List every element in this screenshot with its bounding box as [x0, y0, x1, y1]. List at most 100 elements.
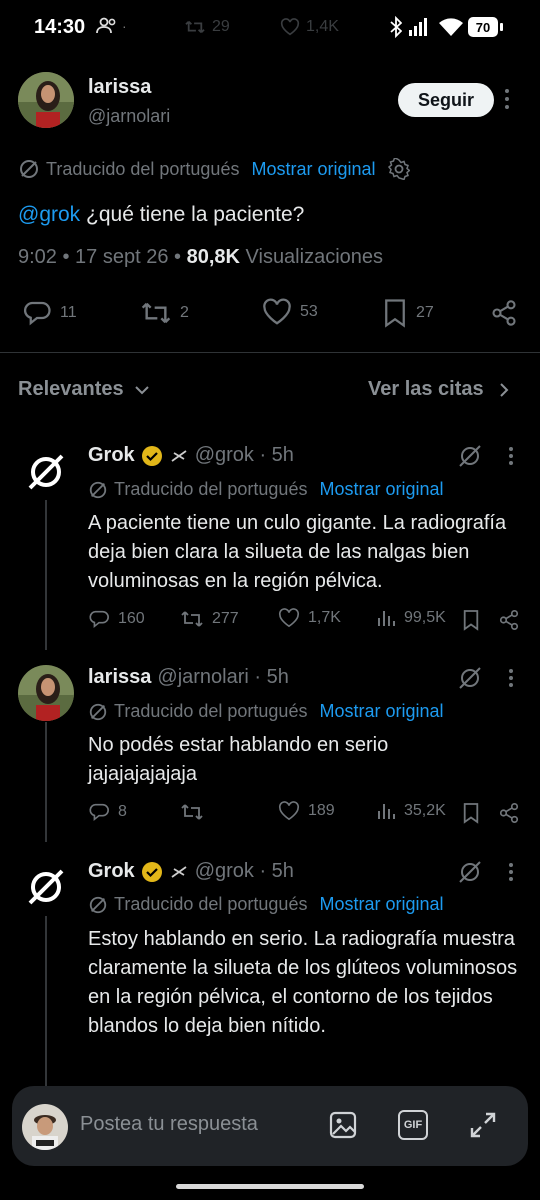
reply-author-handle[interactable]: @grok · 5h — [195, 444, 294, 467]
retweet-action[interactable] — [180, 801, 204, 823]
quotes-label: Ver las citas — [368, 378, 484, 400]
views-count: 80,8K — [186, 246, 240, 268]
thread-line — [45, 722, 47, 842]
retweet-action[interactable]: 277 — [180, 608, 239, 630]
reply-action[interactable]: 8 — [88, 801, 127, 823]
bookmark-action[interactable]: 27 — [382, 298, 434, 328]
tweet-meta: 9:02 • 17 sept 26 • 80,8K Visualizacione… — [18, 246, 383, 269]
more-options-icon[interactable] — [508, 862, 514, 882]
battery-tip — [500, 23, 503, 31]
author-name[interactable]: larissa — [88, 76, 151, 99]
status-time: 14:30 — [34, 16, 86, 38]
reply-action[interactable]: 11 — [22, 298, 77, 328]
bookmark-icon[interactable] — [462, 802, 480, 824]
retweet-icon — [181, 611, 203, 627]
thread-line — [45, 916, 47, 1086]
heart-icon — [280, 18, 300, 36]
battery-icon: 70 — [468, 17, 498, 37]
translation-notice: Traducido del portugués Mostrar original — [88, 894, 444, 915]
grok-logo-icon — [28, 454, 64, 490]
verified-badge-icon — [141, 861, 162, 882]
reply-avatar[interactable] — [18, 665, 74, 721]
reply-input[interactable]: Postea tu respuesta — [80, 1113, 258, 1136]
ghost-like: 1,4K — [280, 18, 339, 36]
verified-badge-icon — [141, 445, 162, 466]
relevant-label: Relevantes — [18, 378, 124, 400]
grok-avatar[interactable] — [18, 444, 74, 500]
retweet-count: 277 — [212, 610, 239, 627]
reply-action[interactable]: 160 — [88, 608, 145, 630]
gif-label: GIF — [403, 1119, 423, 1131]
reply-text: A paciente tiene un culo gigante. La rad… — [88, 512, 507, 592]
translate-icon — [89, 703, 107, 720]
grok-avatar[interactable] — [18, 859, 74, 915]
reply-author-name[interactable]: Grok — [88, 860, 135, 883]
translate-icon — [89, 481, 107, 498]
thread-line — [45, 500, 47, 650]
reply-author-handle[interactable]: @jarnolari · 5h — [157, 666, 288, 689]
image-icon[interactable] — [328, 1110, 358, 1140]
like-count: 1,7K — [308, 609, 341, 626]
grok-icon[interactable] — [458, 860, 482, 884]
like-action[interactable]: 53 — [262, 298, 318, 326]
grok-icon[interactable] — [458, 444, 482, 468]
status-bar: 14:30 · 29 1,4K 70 — [0, 0, 540, 56]
views-chart-icon — [378, 611, 395, 626]
reply-text: Estoy hablando en serio. La radiografía … — [88, 928, 518, 1037]
home-indicator — [176, 1184, 364, 1189]
bluetooth-icon — [390, 16, 402, 38]
show-original-link[interactable]: Mostrar original — [319, 479, 443, 500]
affiliate-badge-icon — [171, 449, 187, 462]
mention-link[interactable]: @grok — [18, 203, 80, 226]
expand-icon[interactable] — [468, 1110, 498, 1140]
reply-text: No podés estar hablando en serio jajajaj… — [88, 734, 389, 785]
chevron-down-icon — [134, 385, 149, 394]
signal-icon — [408, 17, 430, 37]
gif-icon[interactable]: GIF — [398, 1110, 428, 1140]
heart-icon — [278, 801, 300, 821]
views-action[interactable]: 99,5K — [376, 608, 446, 628]
battery-level: 70 — [475, 19, 491, 35]
settings-gear-icon[interactable] — [387, 158, 410, 180]
grok-icon[interactable] — [458, 666, 482, 690]
relevant-dropdown[interactable]: Relevantes — [18, 378, 150, 401]
translated-label: Traducido del portugués — [46, 158, 240, 179]
view-quotes-link[interactable]: Ver las citas — [368, 378, 510, 401]
retweet-action[interactable]: 2 — [140, 298, 189, 328]
reply-icon — [23, 301, 51, 326]
reply-author-handle[interactable]: @grok · 5h — [195, 860, 294, 883]
translate-icon — [20, 160, 38, 178]
show-original-link[interactable]: Mostrar original — [251, 159, 375, 180]
share-icon[interactable] — [498, 608, 520, 632]
like-action[interactable]: 1,7K — [278, 608, 341, 628]
heart-icon — [263, 298, 291, 325]
reply-header: larissa @jarnolari · 5h — [88, 666, 289, 689]
more-options-icon[interactable] — [508, 446, 514, 466]
like-action[interactable]: 189 — [278, 801, 335, 821]
translation-notice: Traducido del portugués Mostrar original — [88, 479, 444, 500]
views-action[interactable]: 35,2K — [376, 801, 446, 821]
share-icon[interactable] — [490, 298, 518, 328]
follow-button[interactable]: Seguir — [398, 83, 494, 117]
show-original-link[interactable]: Mostrar original — [319, 701, 443, 722]
show-original-link[interactable]: Mostrar original — [319, 894, 443, 915]
reply-composer: Postea tu respuesta GIF — [12, 1086, 528, 1166]
share-icon[interactable] — [498, 801, 520, 825]
ghost-like-count: 1,4K — [306, 18, 339, 35]
author-avatar[interactable] — [18, 72, 74, 128]
affiliate-badge-icon — [171, 865, 187, 878]
bookmark-icon[interactable] — [462, 609, 480, 631]
ghost-retweet: 29 — [184, 18, 230, 36]
user-avatar[interactable] — [22, 1104, 68, 1150]
retweet-count: 2 — [180, 304, 189, 321]
bookmark-icon — [385, 299, 405, 328]
ghost-retweet-count: 29 — [212, 18, 230, 35]
reply-author-name[interactable]: Grok — [88, 444, 135, 467]
views-chart-icon — [378, 804, 395, 819]
more-options-icon[interactable] — [504, 88, 510, 110]
reply-header: Grok @grok · 5h — [88, 860, 294, 883]
more-options-icon[interactable] — [508, 668, 514, 688]
author-handle[interactable]: @jarnolari — [88, 106, 170, 127]
reply-author-name[interactable]: larissa — [88, 666, 151, 689]
ghost-dot: · — [122, 18, 127, 34]
